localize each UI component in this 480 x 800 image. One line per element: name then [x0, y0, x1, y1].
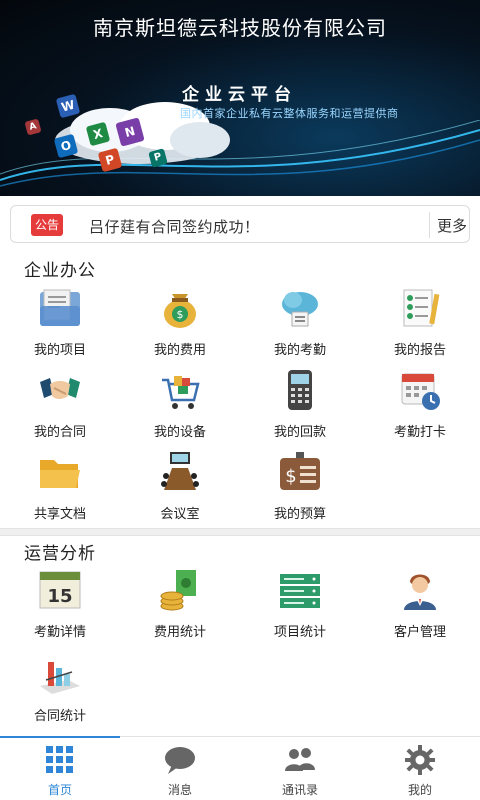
grid-item-attendance-checkin[interactable]: 考勤打卡 [360, 368, 480, 446]
grid-item-expense-stats[interactable]: 费用统计 [120, 568, 240, 646]
tab-label: 我的 [407, 783, 432, 797]
tab-profile[interactable]: 我的 [360, 737, 480, 800]
app-screen: 南京斯坦德云科技股份有限公司 W X N P O A P 企业云平台 国内首家企… [0, 0, 480, 800]
announcement-divider [429, 212, 430, 238]
bar-chart-icon [40, 662, 80, 694]
company-name: 南京斯坦德云科技股份有限公司 [93, 16, 387, 40]
announcement-tag-icon: 公告 [31, 214, 63, 236]
tab-home[interactable]: 首页 [0, 737, 120, 800]
grid-item-my-contracts[interactable]: 我的合同 [0, 368, 120, 446]
grid-item-label: 我的设备 [153, 425, 206, 440]
svg-text:$: $ [285, 466, 296, 487]
grid-item-label: 我的考勤 [273, 343, 326, 358]
meeting-table-icon [161, 452, 199, 490]
pos-terminal-icon [288, 370, 312, 410]
brand-tagline: 国内首家企业私有云整体服务和运营提供商 [180, 107, 399, 120]
coins-cash-icon [160, 570, 196, 611]
cloud-sync-icon [282, 292, 318, 327]
contacts-icon [285, 748, 315, 771]
grid-item-my-projects[interactable]: 我的项目 [0, 286, 120, 364]
grid-item-meeting-room[interactable]: 会议室 [120, 450, 240, 528]
gear-icon [405, 745, 435, 775]
grid-item-label: 我的合同 [33, 425, 86, 440]
tab-label: 首页 [47, 783, 72, 797]
grid-item-label: 共享文档 [33, 507, 86, 522]
header-banner[interactable]: 南京斯坦德云科技股份有限公司 W X N P O A P 企业云平台 国内首家企… [0, 0, 480, 196]
more-button[interactable]: 更多 [437, 215, 467, 236]
calendar-clock-icon [401, 373, 440, 410]
grid-item-label: 合同统计 [33, 709, 86, 724]
customer-person-icon [404, 574, 436, 610]
shopping-cart-icon [162, 376, 200, 409]
grid-item-my-reports[interactable]: 我的报告 [360, 286, 480, 364]
grid-item-my-expenses[interactable]: $ 我的费用 [120, 286, 240, 364]
grid-item-attendance-details[interactable]: 15 考勤详情 [0, 568, 120, 646]
tab-label: 通讯录 [281, 783, 318, 797]
grid-item-label: 我的费用 [153, 343, 206, 358]
calendar-15-icon: 15 [39, 571, 81, 609]
bottom-tab-bar: 首页 消息 通讯录 我的 [0, 736, 480, 800]
grid-item-my-devices[interactable]: 我的设备 [120, 368, 240, 446]
grid-item-label: 会议室 [160, 507, 200, 522]
svg-text:15: 15 [47, 586, 72, 607]
handshake-icon [40, 378, 80, 399]
announcement-message[interactable]: 吕仔莛有合同签约成功！ [89, 216, 260, 237]
announcement-bar[interactable]: 公告 吕仔莛有合同签约成功！ 更多 [10, 205, 470, 243]
open-folder-icon [40, 460, 80, 488]
grid-item-my-attendance[interactable]: 我的考勤 [240, 286, 360, 364]
grid-item-contract-stats[interactable]: 合同统计 [0, 652, 120, 730]
grid-item-my-budget[interactable]: $ 我的预算 [240, 450, 360, 528]
office-section-title: 企业办公 [24, 261, 96, 281]
chat-bubble-icon [165, 747, 195, 774]
grid-item-label: 考勤打卡 [393, 425, 446, 440]
server-rack-icon [280, 574, 320, 608]
tab-label: 消息 [167, 783, 192, 797]
grid-item-my-payments[interactable]: 我的回款 [240, 368, 360, 446]
grid-home-icon [46, 746, 73, 773]
grid-item-label: 我的项目 [33, 343, 86, 358]
grid-item-label: 我的回款 [273, 425, 326, 440]
budget-badge-icon: $ [280, 452, 320, 490]
svg-text:$: $ [177, 308, 184, 321]
grid-item-label: 我的预算 [273, 507, 326, 522]
grid-item-label: 我的报告 [393, 343, 446, 358]
grid-item-shared-docs[interactable]: 共享文档 [0, 450, 120, 528]
money-bag-icon: $ [164, 294, 196, 328]
tab-messages[interactable]: 消息 [120, 737, 240, 800]
grid-item-label: 考勤详情 [33, 625, 86, 640]
grid-item-project-stats[interactable]: 项目统计 [240, 568, 360, 646]
checklist-report-icon [403, 289, 440, 327]
grid-item-label: 客户管理 [393, 625, 446, 640]
brand-title: 企业云平台 [182, 85, 297, 105]
section-divider [0, 528, 480, 536]
operations-section-title: 运营分析 [24, 544, 96, 564]
tab-contacts[interactable]: 通讯录 [240, 737, 360, 800]
grid-item-label: 项目统计 [273, 625, 326, 640]
grid-item-customer-management[interactable]: 客户管理 [360, 568, 480, 646]
folder-document-icon [40, 289, 80, 326]
grid-item-label: 费用统计 [153, 625, 206, 640]
